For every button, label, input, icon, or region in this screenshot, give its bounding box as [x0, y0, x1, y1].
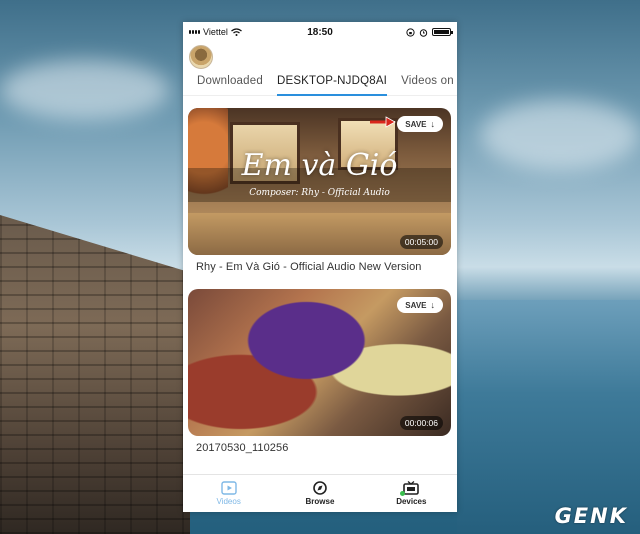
video-duration: 00:05:00: [399, 235, 443, 249]
save-button[interactable]: SAVE ↓: [397, 116, 443, 132]
background-cloud: [480, 100, 640, 170]
download-arrow-icon: ↓: [430, 300, 436, 310]
tab-videos-on-iphone[interactable]: Videos on iPhone: [401, 70, 457, 96]
avatar[interactable]: [189, 45, 213, 69]
tab-desktop[interactable]: DESKTOP-NJDQ8AI: [276, 70, 388, 96]
tab-downloaded[interactable]: Downloaded: [197, 70, 263, 96]
tv-icon: [403, 481, 420, 495]
tabbar-devices[interactable]: Devices: [366, 475, 457, 512]
background-sea: [457, 300, 640, 534]
alarm-icon: [419, 28, 428, 37]
save-button[interactable]: SAVE ↓: [397, 297, 443, 313]
video-thumbnail[interactable]: Em và Gió Composer: Rhy - Official Audio…: [188, 108, 451, 255]
compass-icon: [313, 481, 327, 495]
video-card[interactable]: SAVE ↓ 00:00:06 20170530_110256: [188, 289, 451, 470]
background-stone-wall: [0, 215, 190, 534]
bottom-tab-bar: Videos Browse Devices: [183, 474, 457, 512]
video-list: Em và Gió Composer: Rhy - Official Audio…: [183, 96, 457, 470]
battery-icon: [432, 28, 453, 36]
online-status-dot: [400, 491, 406, 496]
genk-watermark-logo: GENK: [554, 504, 628, 528]
video-title[interactable]: Rhy - Em Và Gió - Official Audio New Ver…: [196, 261, 451, 289]
carrier-name: Viettel: [203, 27, 228, 37]
source-tabs: Downloaded DESKTOP-NJDQ8AI Videos on iPh…: [183, 70, 457, 96]
status-bar: Viettel 18:50: [183, 22, 457, 42]
wifi-icon: [230, 28, 242, 36]
video-title[interactable]: 20170530_110256: [196, 442, 451, 470]
rotation-lock-icon: [406, 27, 415, 37]
download-arrow-icon: ↓: [430, 119, 436, 129]
thumbnail-subtitle: Composer: Rhy - Official Audio: [249, 188, 390, 198]
tabbar-browse[interactable]: Browse: [274, 475, 365, 512]
thumbnail-title: Em và Gió: [241, 148, 398, 183]
background-cloud: [0, 60, 170, 120]
video-duration: 00:00:06: [399, 416, 443, 430]
video-thumbnail[interactable]: SAVE ↓ 00:00:06: [188, 289, 451, 436]
signal-strength-icon: [189, 30, 200, 34]
phone-screen: Viettel 18:50 Downloaded DESKTOP-NJDQ8AI: [183, 22, 457, 512]
play-square-icon: [220, 481, 237, 495]
video-card[interactable]: Em và Gió Composer: Rhy - Official Audio…: [188, 108, 451, 289]
tabbar-videos[interactable]: Videos: [183, 475, 274, 512]
red-arrow-icon: [370, 116, 396, 128]
